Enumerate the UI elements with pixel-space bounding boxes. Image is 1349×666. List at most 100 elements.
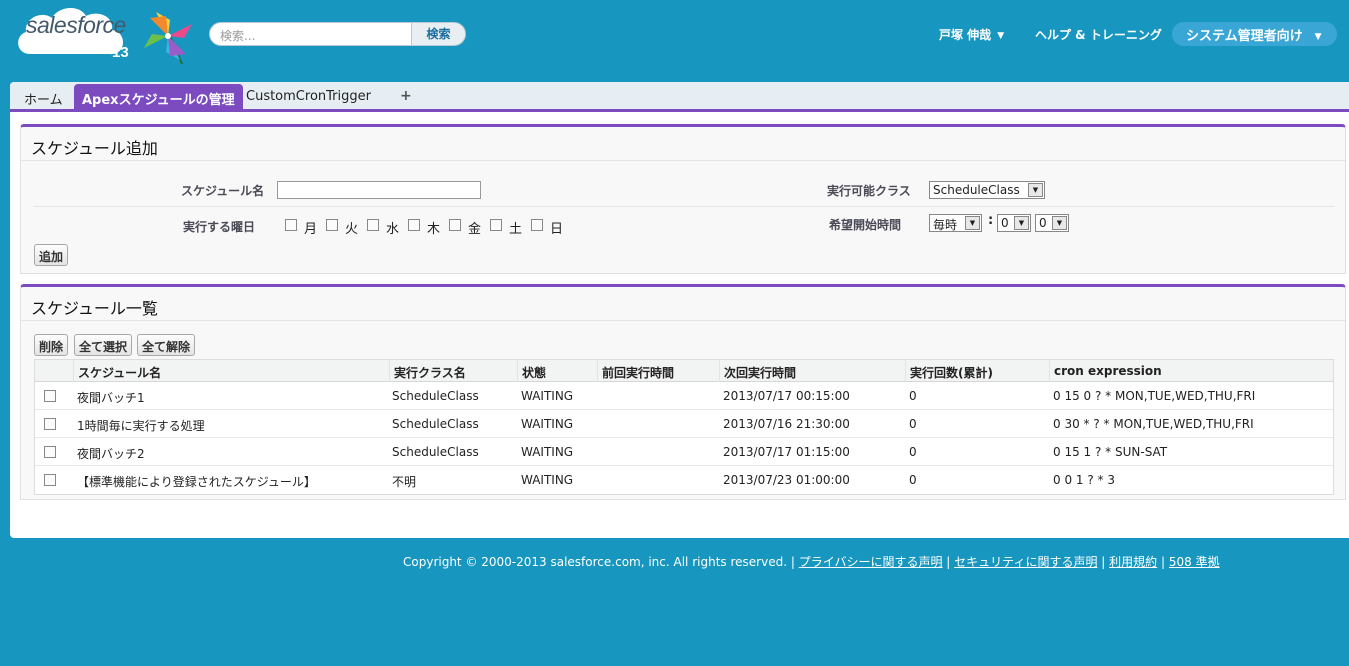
checkbox-tue[interactable] xyxy=(326,219,338,231)
table-row: 夜間バッチ2 ScheduleClass WAITING 2013/07/17 … xyxy=(35,438,1333,466)
row-count: 0 xyxy=(909,389,917,403)
row-checkbox[interactable] xyxy=(44,446,56,458)
schedule-name-input[interactable] xyxy=(277,181,481,199)
copyright-text: Copyright © 2000-2013 salesforce.com, in… xyxy=(403,555,795,569)
chevron-down-icon: ▼ xyxy=(965,216,980,230)
schedule-list-title: スケジュール一覧 xyxy=(21,287,1345,321)
pinwheel-icon xyxy=(144,12,192,64)
weekday-sun-label: 日 xyxy=(550,222,564,237)
col-run-count[interactable]: 実行回数(累計) xyxy=(905,360,1049,382)
row-class: ScheduleClass xyxy=(392,389,479,403)
row-checkbox[interactable] xyxy=(44,390,56,402)
tab-custom-cron-trigger[interactable]: CustomCronTrigger xyxy=(238,84,379,112)
chevron-down-icon: ▼ xyxy=(1014,216,1029,230)
col-next-run[interactable]: 次回実行時間 xyxy=(719,360,905,382)
hour-select[interactable]: 毎時 ▼ xyxy=(929,214,982,232)
hour-select-value: 毎時 xyxy=(933,218,958,232)
chevron-down-icon: ▼ xyxy=(1028,183,1043,197)
row-state: WAITING xyxy=(521,389,574,403)
weekday-tue-label: 火 xyxy=(345,222,359,237)
class-select[interactable]: ScheduleClass ▼ xyxy=(929,181,1045,199)
minute-select[interactable]: 0 ▼ xyxy=(997,214,1031,232)
class-select-value: ScheduleClass xyxy=(933,183,1020,197)
col-prev-run[interactable]: 前回実行時間 xyxy=(597,360,719,382)
col-state[interactable]: 状態 xyxy=(517,360,597,382)
footer-separator: | xyxy=(1101,555,1106,569)
terms-link[interactable]: 利用規約 xyxy=(1109,555,1157,569)
col-schedule-name[interactable]: スケジュール名 xyxy=(73,360,389,382)
weekday-sat-label: 土 xyxy=(509,222,523,237)
app-menu-label: システム管理者向け xyxy=(1186,29,1303,44)
checkbox-sun[interactable] xyxy=(531,219,543,231)
logo-version: 13 xyxy=(112,44,129,61)
add-button[interactable]: 追加 xyxy=(34,244,69,266)
table-row: 1時間毎に実行する処理 ScheduleClass WAITING 2013/0… xyxy=(35,410,1333,438)
header-checkbox-col xyxy=(35,360,73,382)
col-class-name[interactable]: 実行クラス名 xyxy=(389,360,517,382)
checkbox-wed[interactable] xyxy=(367,219,379,231)
add-schedule-section: スケジュール追加 スケジュール名 実行可能クラス ScheduleClass ▼… xyxy=(20,124,1346,274)
schedule-list-section: スケジュール一覧 削除 全て選択 全て解除 スケジュール名 実行クラス名 状態 … xyxy=(20,284,1346,500)
weekday-thu-label: 木 xyxy=(427,222,441,237)
col-cron-expression[interactable]: cron expression xyxy=(1049,360,1333,382)
checkbox-fri[interactable] xyxy=(449,219,461,231)
deselect-all-button[interactable]: 全て解除 xyxy=(137,334,196,356)
main-panel: ホーム Apexスケジュールの管理 CustomCronTrigger + スケ… xyxy=(10,82,1349,538)
checkbox-sat[interactable] xyxy=(490,219,502,231)
row-name: 夜間バッチ2 xyxy=(77,447,145,461)
row-checkbox[interactable] xyxy=(44,474,56,486)
row-checkbox[interactable] xyxy=(44,418,56,430)
row-next: 2013/07/23 01:00:00 xyxy=(723,473,850,487)
add-tab-icon[interactable]: + xyxy=(400,88,412,104)
row-next: 2013/07/17 00:15:00 xyxy=(723,389,850,403)
user-menu[interactable]: 戸塚 伸哉 ▼ xyxy=(939,26,1004,43)
weekday-wed-label: 水 xyxy=(386,222,400,237)
security-link[interactable]: セキュリティに関する声明 xyxy=(954,555,1097,569)
search-input[interactable]: 検索... xyxy=(209,22,413,46)
select-all-button[interactable]: 全て選択 xyxy=(74,334,133,356)
class-label: 実行可能クラス xyxy=(827,184,911,198)
delete-button[interactable]: 削除 xyxy=(34,334,69,356)
table-row: 夜間バッチ1 ScheduleClass WAITING 2013/07/17 … xyxy=(35,382,1333,410)
row-cron: 0 15 0 ? * MON,TUE,WED,THU,FRI xyxy=(1053,389,1256,403)
tab-bar: ホーム Apexスケジュールの管理 CustomCronTrigger + xyxy=(10,82,1349,112)
row-state: WAITING xyxy=(521,445,574,459)
salesforce-logo[interactable]: salesforce 13 xyxy=(12,2,192,68)
help-training-link[interactable]: ヘルプ & トレーニング xyxy=(1035,26,1162,43)
row-next: 2013/07/17 01:15:00 xyxy=(723,445,850,459)
row-name: 1時間毎に実行する処理 xyxy=(77,419,205,433)
table-row: 【標準機能により登録されたスケジュール】 不明 WAITING 2013/07/… xyxy=(35,466,1333,494)
weekday-fri-label: 金 xyxy=(468,222,482,237)
row-class: ScheduleClass xyxy=(392,445,479,459)
row-state: WAITING xyxy=(521,417,574,431)
chevron-down-icon: ▼ xyxy=(997,31,1005,41)
minute-select-value: 0 xyxy=(1001,216,1009,230)
row-class: ScheduleClass xyxy=(392,417,479,431)
footer-separator: | xyxy=(1161,555,1166,569)
footer: Copyright © 2000-2013 salesforce.com, in… xyxy=(403,553,1220,570)
row-class: 不明 xyxy=(392,475,417,489)
schedule-name-label: スケジュール名 xyxy=(181,184,265,198)
row-name: 夜間バッチ1 xyxy=(77,391,145,405)
table-header: スケジュール名 実行クラス名 状態 前回実行時間 次回実行時間 実行回数(累計)… xyxy=(35,360,1333,382)
logo-text: salesforce xyxy=(26,12,126,38)
checkbox-thu[interactable] xyxy=(408,219,420,231)
second-select[interactable]: 0 ▼ xyxy=(1035,214,1069,232)
row-state: WAITING xyxy=(521,473,574,487)
tab-home[interactable]: ホーム xyxy=(16,84,71,112)
privacy-link[interactable]: プライバシーに関する声明 xyxy=(799,555,943,569)
second-select-value: 0 xyxy=(1039,216,1047,230)
time-colon: : xyxy=(988,213,994,228)
row-cron: 0 15 1 ? * SUN-SAT xyxy=(1053,445,1168,459)
row-next: 2013/07/16 21:30:00 xyxy=(723,417,850,431)
add-schedule-title: スケジュール追加 xyxy=(21,127,1345,161)
tab-apex-schedule[interactable]: Apexスケジュールの管理 xyxy=(74,84,243,112)
app-menu[interactable]: システム管理者向け ▼ xyxy=(1172,22,1337,46)
schedule-table: スケジュール名 実行クラス名 状態 前回実行時間 次回実行時間 実行回数(累計)… xyxy=(34,359,1334,495)
checkbox-mon[interactable] xyxy=(285,219,297,231)
compliance-link[interactable]: 508 準拠 xyxy=(1169,555,1220,569)
search-button[interactable]: 検索 xyxy=(411,22,466,46)
row-count: 0 xyxy=(909,445,917,459)
row-cron: 0 0 1 ? * 3 xyxy=(1053,473,1115,487)
row-cron: 0 30 * ? * MON,TUE,WED,THU,FRI xyxy=(1053,417,1254,431)
